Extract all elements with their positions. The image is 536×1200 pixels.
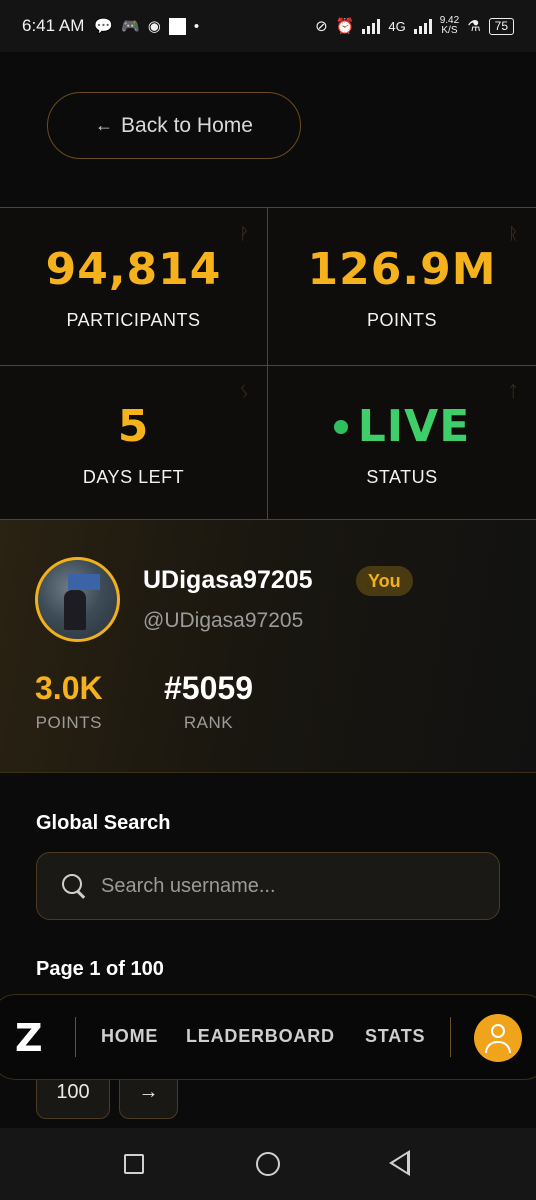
stat-label: DAYS LEFT	[82, 467, 185, 487]
back-triangle-icon[interactable]	[389, 1150, 410, 1176]
stat-label: POINTS	[366, 310, 437, 330]
stat-value: 126.9M	[307, 244, 497, 295]
recent-apps-icon[interactable]	[124, 1154, 144, 1174]
event-stats-grid: ᚹ 94,814 PARTICIPANTS ᚱ 126.9M POINTS ᛊ …	[0, 207, 536, 521]
search-input[interactable]	[101, 874, 461, 898]
user-icon	[491, 1024, 505, 1038]
bottom-nav: Z HOME LEADERBOARD STATS	[0, 994, 536, 1080]
gamepad-icon: 🎮	[121, 17, 140, 35]
app-header: ← Back to Home	[0, 52, 536, 207]
rune-icon: ᚹ	[239, 226, 249, 243]
signal-icon	[362, 18, 381, 34]
sync-icon: ⊘	[315, 17, 328, 35]
stat-value: 5	[117, 401, 150, 452]
avatar-sign	[68, 574, 100, 590]
avatar[interactable]	[35, 557, 120, 642]
status-bar: 6:41 AM 💬 🎮 ◉ • ⊘ ⏰ 4G 9.42 K/S ⚗ 75	[0, 0, 536, 52]
signal-2-icon	[413, 18, 432, 34]
user-rank: #5059 RANK	[164, 670, 253, 733]
username: UDigasa97205	[143, 566, 313, 594]
live-text: LIVE	[357, 401, 471, 452]
chat-bubble-icon: 💬	[94, 17, 114, 35]
rune-icon: ᚱ	[508, 226, 518, 243]
logo-icon[interactable]: Z	[15, 1019, 51, 1057]
alarm-icon: ⏰	[335, 17, 355, 35]
system-nav-bar	[0, 1128, 536, 1200]
nav-divider	[450, 1017, 451, 1057]
user-rank-label: RANK	[183, 713, 234, 732]
stat-days-left: ᛊ 5 DAYS LEFT	[0, 365, 267, 521]
rune-icon: ᛊ	[239, 384, 249, 401]
user-rank-value: #5059	[164, 670, 253, 706]
stat-points: ᚱ 126.9M POINTS	[267, 208, 536, 365]
home-circle-icon[interactable]	[256, 1152, 280, 1176]
arrow-left-icon: ←	[95, 115, 114, 135]
back-to-home-label: Back to Home	[121, 113, 253, 137]
flask-icon: ⚗	[467, 17, 481, 35]
user-handle: @UDigasa97205	[143, 609, 304, 632]
net-speed: 9.42 K/S	[439, 15, 460, 36]
avatar-figure	[64, 590, 86, 630]
back-to-home-button[interactable]: ← Back to Home	[47, 92, 301, 159]
status-right: ⊘ ⏰ 4G 9.42 K/S ⚗ 75	[315, 16, 514, 36]
search-title: Global Search	[36, 812, 171, 834]
status-time: 6:41 AM	[22, 16, 85, 35]
stat-status: ᛏ LIVE STATUS	[267, 365, 536, 521]
page-info: Page 1 of 100	[36, 958, 164, 980]
network-type: 4G	[388, 18, 406, 34]
nav-home[interactable]: HOME	[101, 1026, 158, 1047]
you-badge: You	[356, 566, 413, 596]
square-notification-icon	[168, 17, 186, 35]
user-points: 3.0K POINTS	[35, 670, 103, 733]
live-dot-icon	[333, 420, 348, 434]
user-points-value: 3.0K	[35, 670, 103, 706]
profile-button[interactable]	[474, 1014, 522, 1062]
dot-icon: •	[193, 17, 200, 35]
nav-stats[interactable]: STATS	[365, 1026, 425, 1047]
user-profile-card: UDigasa97205 You @UDigasa97205 3.0K POIN…	[0, 520, 536, 773]
stat-value-live: LIVE	[333, 401, 471, 452]
search-icon	[61, 873, 87, 899]
stat-participants: ᚹ 94,814 PARTICIPANTS	[0, 208, 267, 365]
nav-divider	[75, 1017, 76, 1057]
battery-icon: 75	[488, 17, 514, 35]
rune-icon: ᛏ	[508, 384, 518, 401]
stat-value: 94,814	[45, 244, 222, 295]
notification-icons: 💬 🎮 ◉ •	[94, 17, 200, 35]
stat-label: STATUS	[366, 467, 438, 487]
search-box[interactable]	[36, 852, 500, 920]
user-points-label: POINTS	[35, 713, 102, 732]
stat-label: PARTICIPANTS	[66, 310, 201, 330]
nav-leaderboard[interactable]: LEADERBOARD	[186, 1026, 335, 1047]
owl-icon: ◉	[147, 17, 161, 35]
